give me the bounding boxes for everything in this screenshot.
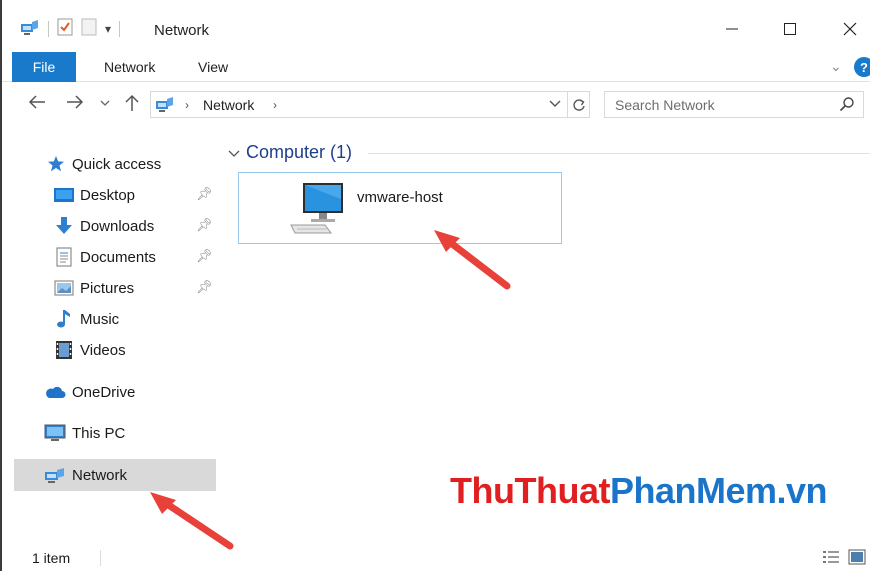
toolbar-separator — [119, 20, 121, 37]
minimize-icon — [726, 28, 738, 30]
film-icon — [54, 340, 74, 360]
title-bar: ▾ Network — [2, 0, 870, 52]
sidebar-item-label: Videos — [80, 341, 126, 359]
search-input[interactable]: Search Network — [615, 97, 715, 113]
up-button[interactable] — [124, 94, 140, 117]
group-divider — [368, 153, 870, 154]
maximize-button[interactable] — [770, 14, 810, 44]
search-icon[interactable] — [839, 96, 855, 115]
download-arrow-icon — [54, 216, 74, 236]
sidebar-item-label: Network — [72, 466, 128, 484]
chevron-down-icon — [100, 100, 110, 106]
desktop-folder-icon — [54, 185, 74, 205]
sidebar-item-label: Documents — [80, 248, 156, 266]
item-count: 1 item — [32, 550, 71, 566]
sidebar-item-desktop[interactable]: Desktop — [54, 180, 135, 210]
network-icon — [44, 465, 66, 485]
sidebar-item-label: OneDrive — [72, 383, 136, 401]
sidebar-item-this-pc[interactable]: This PC — [44, 418, 125, 448]
network-icon — [155, 95, 175, 116]
sidebar-item-label: Downloads — [80, 217, 155, 235]
picture-icon — [54, 278, 74, 298]
toolbar-separator — [48, 20, 49, 37]
watermark-text: ThuThuatPhanMem.vn — [450, 470, 828, 511]
minimize-button[interactable] — [712, 14, 752, 44]
breadcrumb-chevron-icon[interactable]: › — [185, 98, 189, 112]
pin-icon[interactable]: 📌︎ — [196, 217, 213, 233]
ribbon-tabs: File Network View ⌄ ? — [2, 52, 870, 82]
refresh-button[interactable] — [567, 92, 589, 117]
sidebar-item-label: Pictures — [80, 279, 135, 297]
sidebar-item-label: Music — [80, 310, 120, 328]
sidebar-item-onedrive[interactable]: OneDrive — [44, 377, 135, 407]
explorer-window: ▾ Network File Network View ⌄ ? › Networ… — [0, 0, 870, 571]
tab-view[interactable]: View — [198, 52, 228, 82]
sidebar-item-label: This PC — [72, 424, 126, 442]
pin-icon[interactable]: 📌︎ — [196, 248, 213, 264]
sidebar-item-label: Quick access — [72, 155, 162, 173]
sidebar-item-network[interactable]: Network — [44, 460, 127, 490]
close-icon — [843, 22, 857, 36]
sidebar-item-pictures[interactable]: Pictures — [54, 273, 134, 303]
chevron-down-icon[interactable] — [228, 142, 240, 163]
status-bar: 1 item — [2, 544, 870, 571]
cloud-icon — [44, 382, 66, 402]
monitor-icon — [44, 423, 66, 443]
customize-toolbar-dropdown[interactable]: ▾ — [105, 22, 111, 36]
address-bar[interactable]: › Network › — [150, 91, 590, 118]
network-app-icon — [20, 18, 40, 39]
up-arrow-icon — [125, 94, 139, 111]
maximize-icon — [784, 23, 796, 35]
navigation-pane: Quick access Desktop 📌︎ Downloads 📌︎ Doc… — [2, 128, 220, 538]
item-name: vmware-host — [357, 189, 443, 206]
expand-ribbon-chevron-icon[interactable]: ⌄ — [830, 58, 842, 75]
sidebar-item-videos[interactable]: Videos — [54, 335, 126, 365]
breadcrumb-network[interactable]: Network — [203, 97, 254, 113]
star-icon — [46, 154, 66, 174]
window-title: Network — [154, 22, 210, 39]
sidebar-item-label: Desktop — [80, 186, 136, 204]
forward-arrow-icon — [67, 95, 84, 109]
pin-icon[interactable]: 📌︎ — [196, 279, 213, 295]
address-dropdown-icon[interactable] — [549, 96, 561, 111]
back-button[interactable] — [28, 94, 46, 115]
details-view-icon[interactable] — [822, 549, 840, 568]
sidebar-item-documents[interactable]: Documents — [54, 242, 156, 272]
large-icons-view-icon[interactable] — [848, 549, 866, 568]
help-icon[interactable]: ? — [854, 57, 870, 77]
sidebar-item-music[interactable]: Music — [54, 304, 119, 334]
document-icon — [54, 247, 74, 267]
group-label: Computer (1) — [246, 142, 353, 162]
computer-icon — [289, 181, 345, 240]
back-arrow-icon — [28, 95, 45, 109]
recent-locations-dropdown[interactable] — [100, 96, 110, 110]
close-button[interactable] — [830, 14, 870, 44]
tab-network[interactable]: Network — [104, 52, 155, 82]
refresh-icon — [572, 98, 585, 111]
network-item-tile[interactable]: vmware-host — [238, 172, 562, 244]
search-box[interactable]: Search Network — [604, 91, 864, 118]
navigation-bar: › Network › Search Network — [2, 82, 870, 128]
status-separator — [100, 550, 101, 566]
group-header-computer[interactable]: Computer (1) — [228, 142, 352, 163]
view-switcher — [822, 549, 866, 568]
new-folder-icon[interactable] — [81, 18, 97, 39]
pin-icon[interactable]: 📌︎ — [196, 186, 213, 202]
properties-icon[interactable] — [57, 18, 73, 39]
forward-button[interactable] — [66, 94, 84, 115]
sidebar-item-quick-access[interactable]: Quick access — [46, 149, 161, 179]
quick-access-toolbar: ▾ — [20, 18, 121, 39]
tab-file[interactable]: File — [12, 52, 76, 82]
sidebar-item-downloads[interactable]: Downloads — [54, 211, 154, 241]
breadcrumb-chevron-icon[interactable]: › — [273, 98, 277, 112]
music-note-icon — [54, 309, 74, 329]
